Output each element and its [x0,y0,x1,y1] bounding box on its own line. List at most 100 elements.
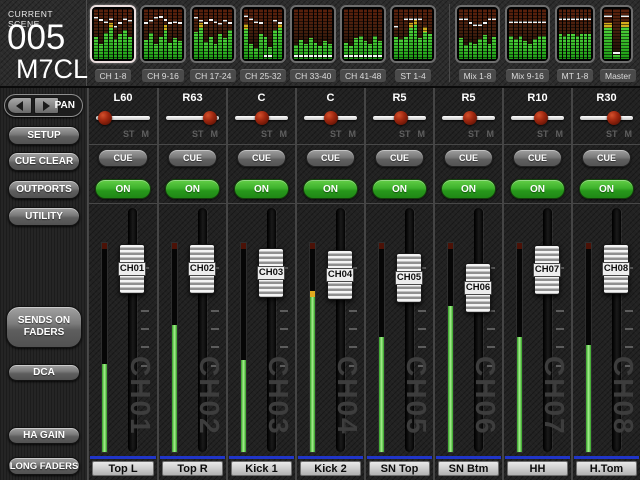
on-button[interactable]: ON [234,179,289,199]
fader-position-mark [123,18,127,20]
channel-name[interactable]: SN Btm [438,461,499,476]
fader-cap[interactable]: CH08 [603,244,629,294]
fader-position-mark [104,21,108,23]
on-button[interactable]: ON [441,179,496,199]
channel-name[interactable]: HH [507,461,568,476]
channel-name[interactable]: Top L [92,461,154,476]
dca-button[interactable]: DCA [8,364,80,381]
meter-bank-ch-41-48[interactable]: CH 41-48 [340,5,386,84]
meter-peak-segment [414,20,418,25]
meter-bar-fill [328,44,332,59]
channel-color-bar [367,456,432,459]
fader-cap[interactable]: CH07 [534,245,560,295]
on-button[interactable]: ON [510,179,565,199]
meter-bar-fill [542,36,546,59]
fader-position-mark [249,18,253,20]
pan-prev-button[interactable] [7,97,32,114]
utility-button[interactable]: UTILITY [8,207,80,226]
meter-bar [364,9,368,59]
cue-clear-button[interactable]: CUE CLEAR [8,152,80,171]
meter-bank-ch-33-40[interactable]: CH 33-40 [290,5,336,84]
meter-bar [173,9,177,59]
meter-bar [571,9,574,59]
divider [366,144,433,145]
fader-cap-label: CH04 [326,268,354,282]
on-button[interactable]: ON [579,179,634,199]
pan-knob[interactable] [607,111,621,125]
cue-button[interactable]: CUE [375,149,424,167]
meter-bank-ch-25-32[interactable]: CH 25-32 [240,5,286,84]
cue-button[interactable]: CUE [582,149,631,167]
scene-display[interactable]: CURRENT SCENE 005 M7CL [0,0,87,86]
cue-button[interactable]: CUE [98,149,148,167]
meter-bar [104,9,108,59]
on-button[interactable]: ON [165,179,220,199]
meter-bar-fill [164,30,168,59]
fader-cap[interactable]: CH06 [465,263,491,313]
meter-bank-mix-1-8[interactable]: Mix 1-8 [455,5,500,84]
pan-knob[interactable] [534,111,548,125]
divider [573,144,640,145]
pan-knob[interactable] [255,111,269,125]
on-button[interactable]: ON [95,179,151,199]
ha-gain-button[interactable]: HA GAIN [8,427,80,444]
fader-scale-tick [211,346,219,348]
on-button[interactable]: ON [372,179,427,199]
meter-fill [102,364,107,452]
fader-cap-label: CH07 [533,263,561,277]
channel-name[interactable]: Kick 2 [300,461,361,476]
long-faders-button[interactable]: LONG FADERS [8,457,80,475]
meter-bank-mix-9-16[interactable]: Mix 9-16 [505,5,550,84]
fader-position-mark [154,17,158,19]
mono-indicator: M [418,129,426,139]
pan-knob[interactable] [203,111,217,125]
pan-knob[interactable] [98,111,112,125]
cue-button[interactable]: CUE [444,149,493,167]
pan-knob[interactable] [324,111,338,125]
cue-button[interactable]: CUE [168,149,217,167]
meter-bank-ch-9-16[interactable]: CH 9-16 [140,5,186,84]
channel-name[interactable]: Top R [162,461,223,476]
meter-bank-mt-1-8[interactable]: MT 1-8 [555,5,595,84]
fader-cap-label: CH01 [118,262,146,276]
fader-position-mark [254,21,258,23]
meter-bank-master[interactable]: Master [600,5,633,84]
channel-watermark: CH04 [331,356,363,456]
meter-bank-ch-17-24[interactable]: CH 17-24 [190,5,236,84]
pan-knob[interactable] [463,111,477,125]
fader-cap[interactable]: CH05 [396,253,422,303]
channel-name[interactable]: SN Top [369,461,430,476]
outports-button[interactable]: OUTPORTS [8,180,80,199]
fader-cap[interactable]: CH02 [189,244,215,294]
sends-on-faders-button[interactable]: SENDS ON FADERS [6,306,82,348]
fader-position-mark [469,22,473,24]
fader-cap[interactable]: CH03 [258,248,284,298]
meter-bar-fill [613,55,621,59]
pan-knob[interactable] [394,111,408,125]
channel-name[interactable]: H.Tom [576,461,637,476]
fader-cap[interactable]: CH04 [327,250,353,300]
meter-bank-ch-1-8[interactable]: CH 1-8 [90,5,136,84]
meter-bar-fill [580,34,583,59]
meter-bank-st-1-4[interactable]: ST 1-4 [390,5,436,84]
fader-position-mark [173,21,177,23]
meter-bar-fill [214,44,218,59]
meter-bar [542,9,546,59]
cue-button[interactable]: CUE [306,149,355,167]
st-m-indicators: STM [537,129,563,139]
fader-position-mark [199,20,203,22]
right-arrow-icon [43,101,50,111]
cue-button[interactable]: CUE [513,149,562,167]
fader-position-mark [584,18,587,20]
meter-bar [99,9,103,59]
meter-bar [114,9,118,59]
channel-name[interactable]: Kick 1 [231,461,292,476]
meter-bar [473,9,477,59]
on-button[interactable]: ON [303,179,358,199]
fader-cap[interactable]: CH01 [119,244,145,294]
fader-position-mark [492,18,496,20]
pan-value: C [297,92,364,104]
cue-button[interactable]: CUE [237,149,286,167]
meter-bank-box [600,5,633,63]
setup-button[interactable]: SETUP [8,126,80,145]
